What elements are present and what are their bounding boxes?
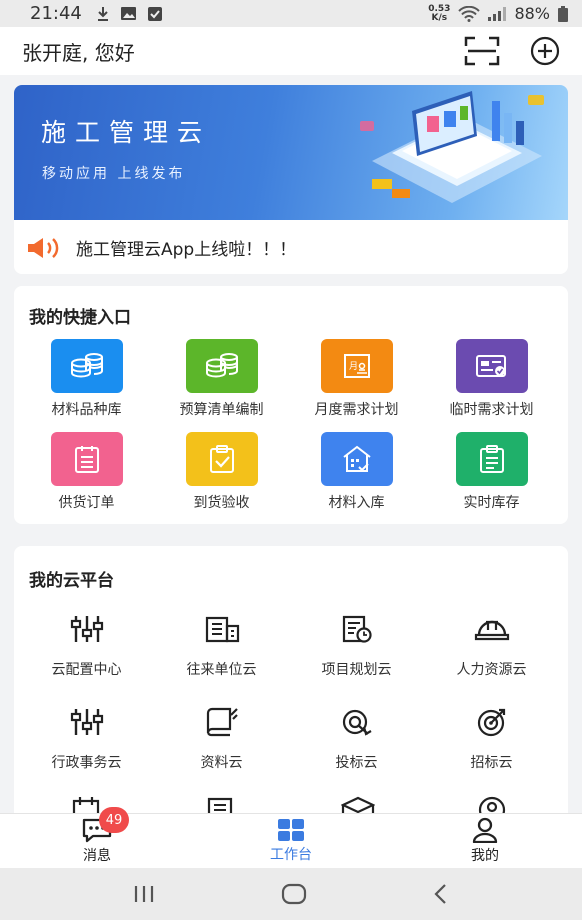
cloud-item-partner-unit[interactable]: 往来单位云 <box>154 609 289 702</box>
home-icon[interactable] <box>281 883 307 905</box>
quick-access-grid: 材料品种库 预算清单编制 月 月度需求计划 临时需求计划 供货订单 到货验收 材… <box>14 339 568 524</box>
cloud-partial-row <box>14 796 568 813</box>
cloud-item-label: 招标云 <box>470 755 513 771</box>
tab-messages[interactable]: 消息 49 <box>0 807 194 868</box>
quick-item-material-library[interactable]: 材料品种库 <box>19 339 154 432</box>
wifi-icon <box>458 5 481 22</box>
laptop-illustration <box>360 91 544 203</box>
cloud-item-project-plan[interactable]: 项目规划云 <box>289 609 424 702</box>
promo-banner[interactable]: 施工管理云 移动应用 上线发布 <box>14 85 568 220</box>
cloud-platform-title: 我的云平台 <box>29 571 114 591</box>
document-icon <box>207 797 233 813</box>
quick-item-arrival-check[interactable]: 到货验收 <box>154 432 289 524</box>
quick-item-label: 预算清单编制 <box>179 402 264 418</box>
notice-bar[interactable]: 施工管理云App上线啦！！！ <box>14 220 568 274</box>
cloud-item-documents[interactable]: 资料云 <box>154 702 289 795</box>
battery-icon <box>558 5 568 22</box>
tab-profile[interactable]: 我的 <box>388 814 582 868</box>
svg-text:月: 月 <box>349 361 358 372</box>
checkbox-icon <box>147 6 162 21</box>
back-icon[interactable] <box>432 883 450 905</box>
status-bar: 21:44 0.53 K/s 88% <box>0 0 582 27</box>
banner-card: 施工管理云 移动应用 上线发布 施工管理云App上线啦！！！ <box>14 85 568 274</box>
add-circle-icon[interactable] <box>530 36 560 66</box>
grid-icon <box>278 819 304 841</box>
cloud-item-label: 人力资源云 <box>456 662 527 678</box>
quick-item-label: 供货订单 <box>58 495 115 511</box>
quick-item-label: 材料品种库 <box>51 402 122 418</box>
status-time: 21:44 <box>30 3 82 24</box>
quick-item-inventory[interactable]: 实时库存 <box>424 432 559 524</box>
box-icon <box>341 796 375 813</box>
calendar-icon <box>72 797 100 813</box>
signal-icon <box>488 6 507 21</box>
banner-title: 施工管理云 <box>41 118 212 147</box>
cloud-platform-grid: 云配置中心 往来单位云 项目规划云 人力资源云 行政事务云 资料云 投标云 招标… <box>14 609 568 795</box>
cloud-item-label: 行政事务云 <box>51 755 122 771</box>
coins-icon <box>185 339 258 393</box>
cloud-item-label: 资料云 <box>200 755 243 771</box>
monthly-plan-icon: 月 <box>320 339 393 393</box>
unread-badge: 49 <box>99 807 129 833</box>
scan-icon[interactable] <box>464 36 500 66</box>
bottom-tab-bar: 消息 49 工作台 我的 <box>0 807 582 868</box>
cloud-item-hr[interactable]: 人力资源云 <box>424 609 559 702</box>
cloud-item-label: 云配置中心 <box>51 662 122 678</box>
inventory-icon <box>455 432 528 486</box>
tab-label: 消息 <box>83 848 111 864</box>
quick-item-budget-list[interactable]: 预算清单编制 <box>154 339 289 432</box>
quick-access-card: 我的快捷入口 材料品种库 预算清单编制 月 月度需求计划 临时需求计划 供货订单… <box>14 286 568 524</box>
net-speed: 0.53 K/s <box>428 3 451 23</box>
greeting: 张开庭, 您好 <box>22 40 135 65</box>
project-clock-icon <box>337 609 377 649</box>
check-clipboard-icon <box>185 432 258 486</box>
system-nav-bar <box>0 868 582 920</box>
cloud-item-label: 投标云 <box>335 755 378 771</box>
bid-icon <box>337 702 377 742</box>
quick-item-label: 实时库存 <box>463 495 520 511</box>
quick-item-monthly-plan[interactable]: 月 月度需求计划 <box>289 339 424 432</box>
download-icon <box>97 6 108 21</box>
cloud-item-tender[interactable]: 招标云 <box>424 702 559 795</box>
building-icon <box>202 609 242 649</box>
warehouse-icon <box>320 432 393 486</box>
workbench-scroll[interactable]: 施工管理云 移动应用 上线发布 施工管理云App上线啦！！！ 我的快捷入口 材料… <box>0 75 582 813</box>
helmet-icon <box>472 609 512 649</box>
image-icon <box>120 7 136 20</box>
notice-text: 施工管理云App上线啦！！！ <box>76 240 297 260</box>
banner-subtitle: 移动应用 上线发布 <box>42 166 186 182</box>
sliders-icon <box>67 702 107 742</box>
tab-workbench[interactable]: 工作台 <box>194 814 388 868</box>
quick-item-label: 月度需求计划 <box>314 402 399 418</box>
cloud-item-config-center[interactable]: 云配置中心 <box>19 609 154 702</box>
person-icon <box>472 817 498 843</box>
cloud-item-label: 项目规划云 <box>321 662 392 678</box>
sliders-icon <box>67 609 107 649</box>
app-header: 张开庭, 您好 <box>0 27 582 75</box>
quick-item-label: 到货验收 <box>193 495 250 511</box>
cloud-item-admin-affairs[interactable]: 行政事务云 <box>19 702 154 795</box>
recent-apps-icon[interactable] <box>132 884 156 904</box>
cloud-platform-card: 我的云平台 云配置中心 往来单位云 项目规划云 人力资源云 行政事务云 资料云 … <box>14 546 568 813</box>
tab-label: 我的 <box>471 848 499 864</box>
book-icon <box>202 702 242 742</box>
user-circle-icon <box>478 796 506 813</box>
quick-item-label: 材料入库 <box>328 495 385 511</box>
quick-item-temp-plan[interactable]: 临时需求计划 <box>424 339 559 432</box>
quick-item-supply-order[interactable]: 供货订单 <box>19 432 154 524</box>
temp-plan-icon <box>455 339 528 393</box>
cloud-item-label: 往来单位云 <box>186 662 257 678</box>
order-list-icon <box>50 432 123 486</box>
speaker-icon <box>28 237 59 258</box>
quick-item-material-in[interactable]: 材料入库 <box>289 432 424 524</box>
quick-access-title: 我的快捷入口 <box>29 308 131 328</box>
tab-label: 工作台 <box>270 847 312 863</box>
coins-icon <box>50 339 123 393</box>
quick-item-label: 临时需求计划 <box>449 402 534 418</box>
cloud-item-bidding[interactable]: 投标云 <box>289 702 424 795</box>
target-icon <box>472 702 512 742</box>
battery-percent: 88% <box>514 4 550 23</box>
